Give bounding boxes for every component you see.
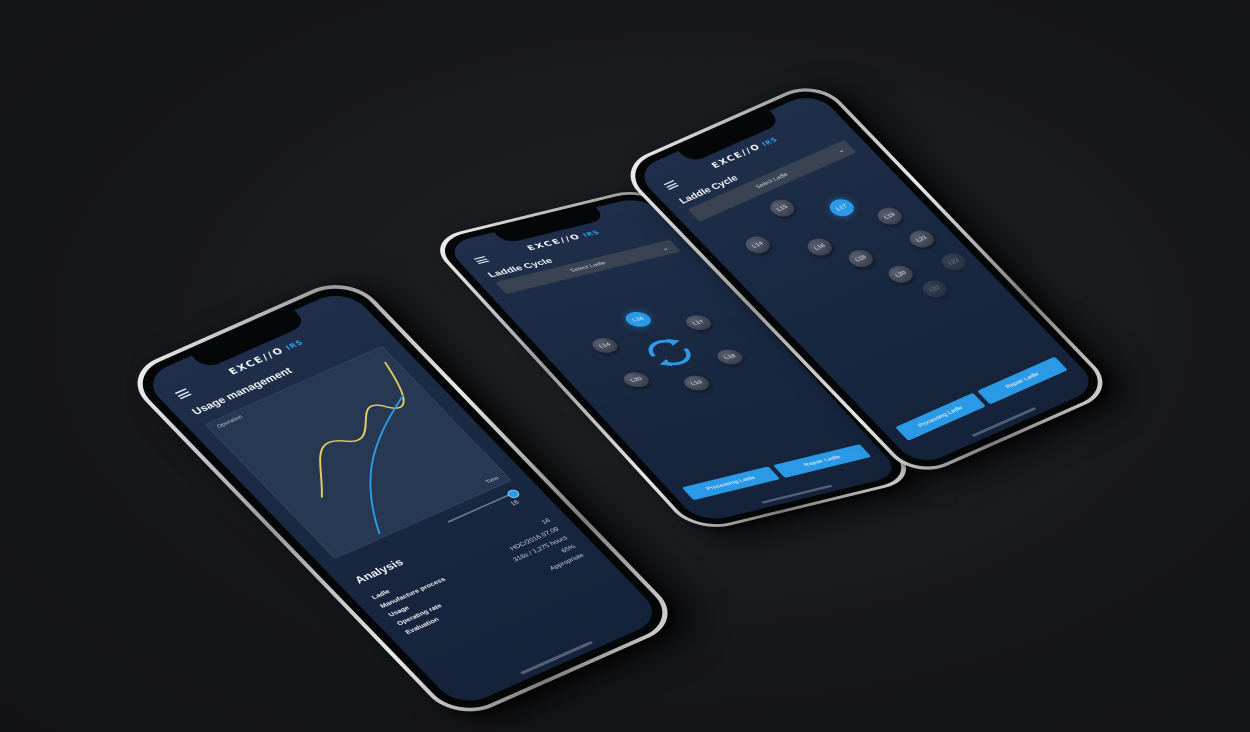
repair-ladle-button[interactable]: Repair Ladle [773,444,872,478]
processing-ladle-button[interactable]: Processing Ladle [681,466,781,501]
operation-curve [319,361,405,498]
ladle-l20[interactable]: L20 [884,262,918,286]
ladle-l19[interactable]: L19 [679,373,714,393]
ladle-l23[interactable]: L23 [937,250,971,274]
select-placeholder: Select Ladle [568,260,608,273]
ladle-l19[interactable]: L19 [873,204,907,228]
ladle-l14[interactable]: L14 [587,335,623,355]
slider-value: 16 [508,498,521,507]
ladle-l20[interactable]: L20 [619,370,654,390]
chevron-down-icon: ⌄ [659,245,670,252]
cycle-arrows-icon [648,338,691,367]
usage-chart: Operation Time [204,345,512,559]
repair-ladle-button[interactable]: Repair Ladle [977,356,1068,405]
ladle-l21[interactable]: L21 [905,227,939,251]
analysis-table: Ladle 16 Manufacture process HDC/2016.07.0… [368,515,587,637]
ladle-l14[interactable]: L14 [741,233,775,257]
ladle-l18[interactable]: L18 [712,347,748,367]
ladle-l16[interactable]: L16 [803,235,837,259]
ladle-l17[interactable]: L17 [825,196,859,220]
slider-knob[interactable] [505,488,522,500]
ladle-l18[interactable]: L18 [844,246,878,271]
chevron-down-icon: ⌄ [835,146,846,155]
ladle-l17[interactable]: L17 [681,313,716,333]
time-curve [369,394,405,535]
action-buttons: Processing Ladle Repair Ladle [895,356,1068,441]
ladle-l15[interactable]: L15 [765,196,800,220]
ladle-l16[interactable]: L16 [620,309,656,329]
select-placeholder: Select Ladle [754,171,790,190]
usage-chart-svg [319,361,405,535]
ladle-l22[interactable]: L22 [918,277,952,301]
